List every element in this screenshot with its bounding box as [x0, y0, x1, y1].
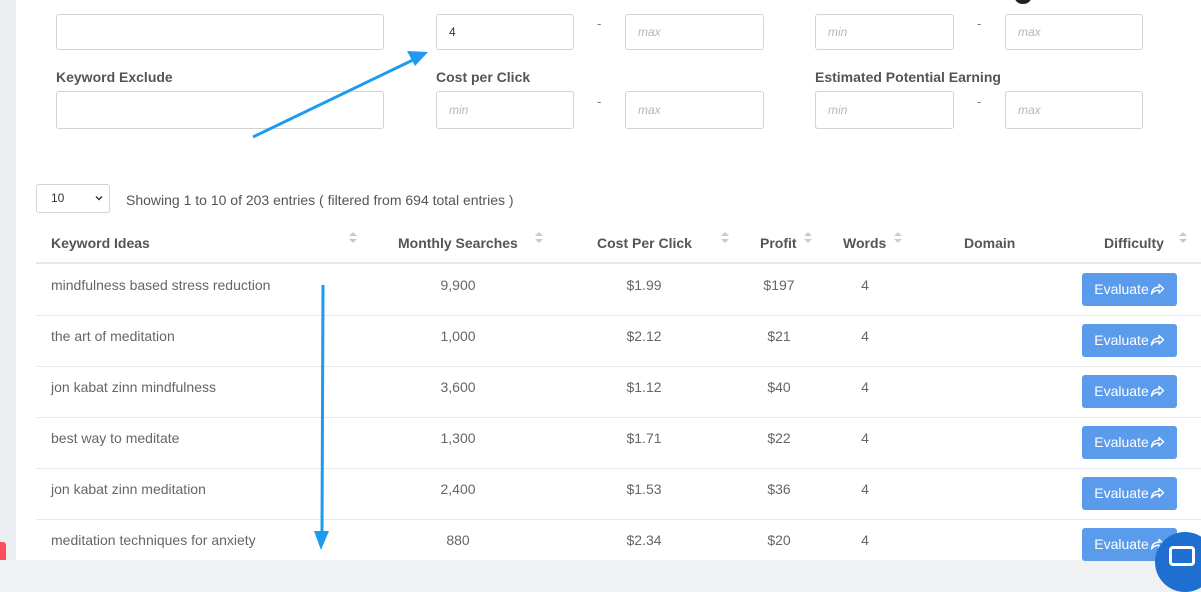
- cpc-label: Cost per Click: [436, 69, 531, 85]
- range-separator: -: [597, 94, 602, 109]
- words-cell: 4: [861, 532, 869, 548]
- sidebar-edge-tab[interactable]: [0, 542, 6, 560]
- evaluate-button[interactable]: Evaluate: [1082, 324, 1177, 357]
- column-header-keyword-ideas[interactable]: Keyword Ideas: [51, 235, 150, 251]
- column-header-profit[interactable]: Profit: [760, 235, 797, 251]
- profit-cell: $22: [767, 430, 791, 446]
- column-header-words[interactable]: Words: [843, 235, 886, 251]
- top-right-min-input[interactable]: min: [815, 14, 954, 50]
- user-avatar[interactable]: [1015, 0, 1031, 4]
- evaluate-label: Evaluate: [1094, 332, 1149, 348]
- profit-cell: $197: [763, 277, 795, 293]
- keyword-cell: the art of meditation: [51, 328, 175, 344]
- cpc-max-input[interactable]: max: [625, 91, 764, 129]
- searches-cell: 880: [446, 532, 470, 548]
- evaluate-button[interactable]: Evaluate: [1082, 273, 1177, 306]
- evaluate-label: Evaluate: [1094, 281, 1149, 297]
- keyword-include-input[interactable]: [56, 14, 384, 50]
- words-cell: 4: [861, 328, 869, 344]
- chat-icon: [1169, 546, 1195, 566]
- page-length-select[interactable]: 10: [36, 184, 110, 213]
- evaluate-button[interactable]: Evaluate: [1082, 477, 1177, 510]
- range-separator: -: [977, 16, 982, 31]
- table-info-text: Showing 1 to 10 of 203 entries ( filtere…: [126, 192, 514, 208]
- cpc-cell: $1.99: [626, 277, 662, 293]
- top-right-max-input[interactable]: max: [1005, 14, 1143, 50]
- left-sidebar-strip: [0, 0, 16, 560]
- searches-cell: 1,300: [440, 430, 476, 446]
- words-max-input[interactable]: max: [625, 14, 764, 50]
- sort-icon[interactable]: [894, 232, 902, 244]
- evaluate-label: Evaluate: [1094, 383, 1149, 399]
- table-row: meditation techniques for anxiety 880 $2…: [36, 519, 1201, 570]
- words-cell: 4: [861, 277, 869, 293]
- profit-cell: $36: [767, 481, 791, 497]
- sort-icon[interactable]: [721, 232, 729, 244]
- evaluate-label: Evaluate: [1094, 485, 1149, 501]
- share-arrow-icon: [1150, 283, 1164, 295]
- table-row: mindfulness based stress reduction 9,900…: [36, 264, 1201, 316]
- profit-cell: $21: [767, 328, 791, 344]
- column-header-domain: Domain: [964, 235, 1016, 251]
- searches-cell: 2,400: [440, 481, 476, 497]
- cpc-cell: $1.53: [626, 481, 662, 497]
- epe-max-input[interactable]: max: [1005, 91, 1143, 129]
- cpc-cell: $1.12: [626, 379, 662, 395]
- sort-icon[interactable]: [804, 232, 812, 244]
- share-arrow-icon: [1150, 385, 1164, 397]
- share-arrow-icon: [1150, 487, 1164, 499]
- cpc-cell: $2.12: [626, 328, 662, 344]
- sort-icon[interactable]: [349, 232, 357, 244]
- words-cell: 4: [861, 379, 869, 395]
- epe-label: Estimated Potential Earning: [815, 69, 1001, 85]
- cpc-cell: $2.34: [626, 532, 662, 548]
- table-row: jon kabat zinn mindfulness 3,600 $1.12 $…: [36, 366, 1201, 418]
- table-row: best way to meditate 1,300 $1.71 $22 4 E…: [36, 417, 1201, 469]
- keyword-exclude-input[interactable]: [56, 91, 384, 129]
- table-row: the art of meditation 1,000 $2.12 $21 4 …: [36, 315, 1201, 367]
- sort-icon[interactable]: [535, 232, 543, 244]
- keyword-exclude-label: Keyword Exclude: [56, 69, 173, 85]
- keyword-cell: meditation techniques for anxiety: [51, 532, 256, 548]
- evaluate-label: Evaluate: [1094, 434, 1149, 450]
- column-header-cost-per-click[interactable]: Cost Per Click: [597, 235, 692, 251]
- share-arrow-icon: [1150, 334, 1164, 346]
- range-separator: -: [597, 16, 602, 31]
- chat-widget-button[interactable]: [1155, 532, 1201, 592]
- searches-cell: 1,000: [440, 328, 476, 344]
- share-arrow-icon: [1150, 436, 1164, 448]
- table-row: jon kabat zinn meditation 2,400 $1.53 $3…: [36, 468, 1201, 520]
- searches-cell: 9,900: [440, 277, 476, 293]
- evaluate-button[interactable]: Evaluate: [1082, 426, 1177, 459]
- page-length-value: 10: [51, 191, 65, 205]
- searches-cell: 3,600: [440, 379, 476, 395]
- keyword-cell: jon kabat zinn meditation: [51, 481, 206, 497]
- profit-cell: $40: [767, 379, 791, 395]
- keyword-cell: best way to meditate: [51, 430, 180, 446]
- profit-cell: $20: [767, 532, 791, 548]
- column-header-monthly-searches[interactable]: Monthly Searches: [398, 235, 518, 251]
- keyword-cell: mindfulness based stress reduction: [51, 277, 271, 293]
- chevron-down-icon: [95, 196, 103, 201]
- words-min-input[interactable]: 4: [436, 14, 574, 50]
- evaluate-label: Evaluate: [1094, 536, 1149, 552]
- range-separator: -: [977, 94, 982, 109]
- epe-min-input[interactable]: min: [815, 91, 954, 129]
- evaluate-button[interactable]: Evaluate: [1082, 375, 1177, 408]
- words-cell: 4: [861, 481, 869, 497]
- sort-icon[interactable]: [1179, 232, 1187, 244]
- cpc-cell: $1.71: [626, 430, 662, 446]
- words-cell: 4: [861, 430, 869, 446]
- keyword-cell: jon kabat zinn mindfulness: [51, 379, 216, 395]
- cpc-min-input[interactable]: min: [436, 91, 574, 129]
- column-header-difficulty[interactable]: Difficulty: [1104, 235, 1164, 251]
